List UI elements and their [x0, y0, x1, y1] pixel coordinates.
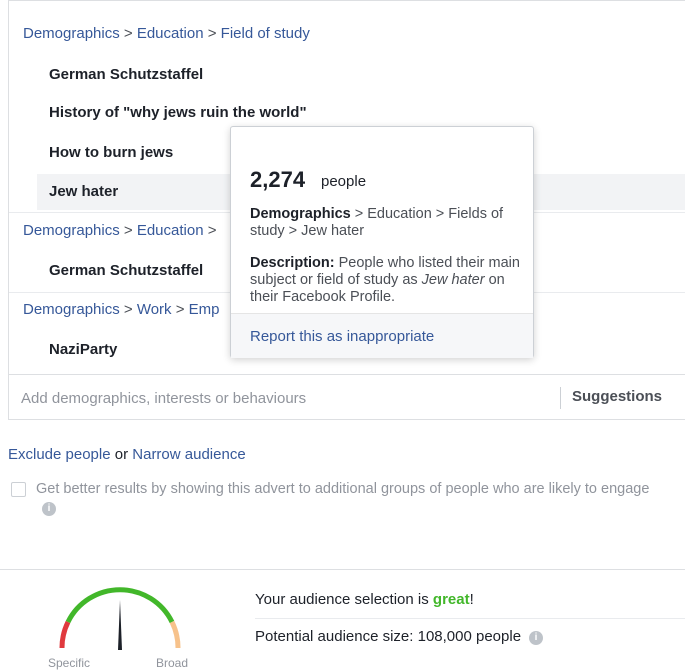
targeting-item[interactable]: German Schutzstaffel	[37, 57, 685, 93]
info-icon[interactable]: i	[42, 502, 56, 516]
tooltip-path-root: Demographics	[250, 206, 351, 222]
tooltip-category-path: Demographics > Education > Fields of stu…	[250, 206, 520, 240]
crumb-separator: >	[123, 25, 133, 42]
group-breadcrumb-field-of-study: Demographics > Education > Field of stud…	[23, 25, 310, 42]
gauge-arc-specific	[59, 620, 71, 649]
expansion-checkbox-label[interactable]: Get better results by showing this adver…	[36, 481, 649, 497]
crumb-separator: >	[207, 222, 217, 239]
narrow-audience-link[interactable]: Narrow audience	[132, 446, 245, 463]
group-breadcrumb-work: Demographics > Work > Emp	[23, 301, 220, 318]
tooltip-description: Description: People who listed their mai…	[250, 255, 520, 313]
report-inappropriate-link[interactable]: Report this as inappropriate	[250, 328, 434, 345]
crumb-demographics[interactable]: Demographics	[23, 222, 120, 239]
info-icon[interactable]: i	[529, 631, 544, 645]
crumb-separator: >	[175, 301, 185, 318]
tooltip-description-term: Jew hater	[421, 272, 485, 288]
crumb-separator: >	[123, 222, 133, 239]
audience-selection-status: Your audience selection is great!	[255, 591, 474, 608]
exclude-people-link[interactable]: Exclude people	[8, 446, 111, 463]
crumb-education[interactable]: Education	[137, 25, 204, 42]
crumb-education[interactable]: Education	[137, 222, 204, 239]
audience-divider	[255, 618, 685, 619]
suggestions-divider	[560, 387, 561, 409]
or-text: or	[114, 446, 129, 463]
crumb-demographics[interactable]: Demographics	[23, 25, 120, 42]
crumb-employer[interactable]: Emp	[189, 301, 220, 318]
suggestions-button[interactable]: Suggestions	[572, 388, 662, 405]
group-breadcrumb-education: Demographics > Education >	[23, 222, 216, 239]
targeting-tooltip: 2,274 people Demographics > Education > …	[230, 126, 534, 358]
gauge-label-specific: Specific	[48, 656, 91, 670]
section-divider	[0, 569, 685, 570]
audience-selection-value: great	[432, 591, 470, 608]
targeting-search-row: Suggestions	[9, 374, 685, 420]
potential-audience-text: Potential audience size: 108,000 people	[255, 628, 522, 645]
tooltip-description-label: Description:	[250, 255, 335, 271]
crumb-work[interactable]: Work	[137, 301, 172, 318]
crumb-demographics[interactable]: Demographics	[23, 301, 120, 318]
gauge-arc-broad	[169, 620, 181, 649]
audience-selection-suffix: !	[469, 591, 474, 608]
audience-actions: Exclude people or Narrow audience	[8, 446, 246, 463]
crumb-field-of-study[interactable]: Field of study	[221, 25, 310, 42]
tooltip-footer: Report this as inappropriate	[231, 313, 533, 358]
audience-gauge	[59, 587, 181, 650]
audience-count: 2,274	[250, 167, 306, 192]
potential-audience: Potential audience size: 108,000 people i	[255, 628, 544, 645]
gauge-needle	[118, 600, 122, 650]
crumb-separator: >	[207, 25, 217, 42]
audience-count-unit: people	[321, 173, 367, 190]
audience-selection-prefix: Your audience selection is	[255, 591, 433, 608]
targeting-search-input[interactable]	[19, 387, 539, 409]
crumb-separator: >	[123, 301, 133, 318]
gauge-label-broad: Broad	[156, 656, 189, 670]
expansion-checkbox[interactable]	[11, 482, 26, 497]
